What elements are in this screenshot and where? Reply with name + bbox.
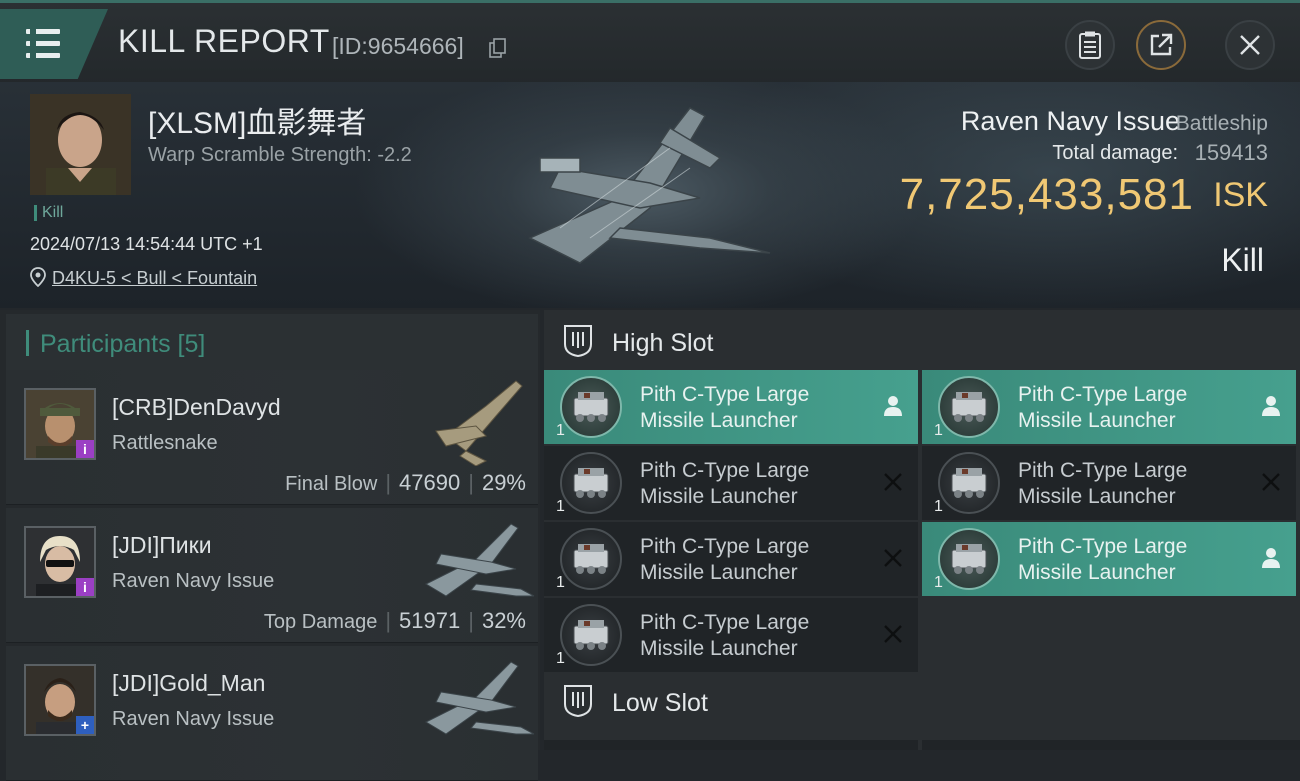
module-quantity: 1 [556, 650, 565, 667]
participant-stats: Final Blow | 47690 | 29% [285, 470, 526, 495]
participant-stats: Top Damage | 51971 | 32% [263, 608, 526, 633]
close-button[interactable] [1225, 20, 1275, 70]
badge-icon: + [76, 716, 94, 734]
low-slot-title: Low Slot [612, 689, 708, 717]
participant-percent: 32% [481, 608, 526, 633]
participant-name[interactable]: [JDI]Gold_Man [112, 670, 265, 697]
kill-result-label: Kill [1221, 242, 1264, 278]
high-slot-title: High Slot [612, 329, 714, 357]
missile-launcher-icon [560, 528, 622, 590]
dropped-pilot-icon [1260, 394, 1282, 418]
participant-damage: 47690 [399, 470, 461, 495]
module-tile[interactable]: 1 Pith C-Type Large Missile Launcher [544, 522, 918, 596]
missile-launcher-icon [560, 604, 622, 666]
module-quantity: 1 [934, 498, 943, 515]
module-name: Pith C-Type Large Missile Launcher [1018, 459, 1188, 508]
participant-damage: 51971 [399, 608, 461, 633]
module-name: Pith C-Type Large Missile Launcher [1018, 535, 1188, 584]
victim-pilot-name[interactable]: [XLSM]血影舞者 [148, 98, 366, 142]
participant-avatar[interactable]: + [24, 664, 96, 736]
total-damage-value: 159413 [1194, 140, 1268, 165]
close-icon [1240, 35, 1260, 55]
destroyed-x-icon [882, 622, 904, 646]
module-name: Pith C-Type Large Missile Launcher [640, 535, 810, 584]
badge-icon: i [76, 440, 94, 458]
victim-portrait[interactable] [30, 94, 131, 195]
missile-launcher-icon [938, 376, 1000, 438]
module-name: Pith C-Type Large Missile Launcher [640, 383, 810, 432]
participant-percent: 29% [481, 470, 526, 495]
module-name: Pith C-Type Large Missile Launcher [640, 611, 810, 660]
module-quantity: 1 [934, 422, 943, 439]
low-slot-header: Low Slot [544, 672, 1300, 730]
kill-summary: [XLSM]血影舞者 Warp Scramble Strength: -2.2 … [0, 82, 1300, 308]
participants-title: Participants [5] [40, 330, 206, 358]
high-slot-header: High Slot [544, 312, 1300, 370]
low-slot-list [544, 740, 1300, 750]
destroyed-x-icon [1260, 470, 1282, 494]
participant-name[interactable]: [JDI]Пики [112, 532, 212, 559]
clipboard-icon [1079, 31, 1101, 59]
top-bar: KILL REPORT [ID:9654666] [0, 0, 1300, 85]
copy-icon[interactable] [489, 38, 507, 58]
isk-unit: ISK [1213, 176, 1268, 214]
stat-label: Final Blow [285, 473, 378, 495]
high-slot-icon [564, 325, 592, 358]
participant-row[interactable]: + [JDI]Gold_Man Raven Navy Issue [6, 646, 538, 781]
participant-row[interactable]: i [JDI]Пики Raven Navy Issue Top Damage |… [6, 508, 538, 643]
victim-ship-image[interactable] [500, 88, 790, 278]
participant-avatar[interactable]: i [24, 526, 96, 598]
badge-icon: i [76, 578, 94, 596]
module-tile[interactable]: 1 Pith C-Type Large Missile Launcher [544, 446, 918, 520]
destroyed-x-icon [882, 470, 904, 494]
report-id: [ID:9654666] [332, 33, 464, 59]
participant-ship: Raven Navy Issue [112, 570, 275, 592]
total-damage-label: Total damage: [1052, 142, 1178, 164]
fitting-panel: High Slot 1 Pith C-Type Large Missile Lau… [544, 310, 1300, 750]
module-quantity: 1 [556, 422, 565, 439]
location-pin-icon [30, 267, 46, 287]
participant-avatar[interactable]: i [24, 388, 96, 460]
victim-ship-name: Raven Navy Issue [960, 106, 1180, 136]
page-title: KILL REPORT [118, 23, 330, 59]
isk-value: 7,725,433,581 [899, 170, 1194, 219]
menu-button[interactable] [0, 9, 108, 79]
participant-ship: Rattlesnake [112, 432, 218, 454]
module-name: Pith C-Type Large Missile Launcher [640, 459, 810, 508]
participant-name[interactable]: [CRB]DenDavyd [112, 394, 281, 421]
destroyed-x-icon [882, 546, 904, 570]
clipboard-button[interactable] [1065, 20, 1115, 70]
share-button[interactable] [1136, 20, 1186, 70]
kill-datetime: 2024/07/13 14:54:44 UTC +1 [30, 234, 263, 254]
dropped-pilot-icon [1260, 546, 1282, 570]
kill-tag: Kill [34, 205, 63, 221]
low-slot-icon [564, 685, 592, 718]
kill-location-link[interactable]: D4KU-5 < Bull < Fountain [52, 268, 257, 289]
dropped-pilot-icon [882, 394, 904, 418]
module-tile[interactable]: 1 Pith C-Type Large Missile Launcher [544, 370, 918, 444]
warp-scramble-strength: Warp Scramble Strength: -2.2 [148, 144, 412, 166]
module-quantity: 1 [934, 574, 943, 591]
missile-launcher-icon [560, 452, 622, 514]
module-quantity: 1 [556, 574, 565, 591]
module-tile[interactable]: 1 Pith C-Type Large Missile Launcher [544, 598, 918, 672]
participant-ship-image [424, 523, 535, 597]
participant-ship: Raven Navy Issue [112, 708, 275, 730]
participant-row[interactable]: i [CRB]DenDavyd Rattlesnake Final Blow | 4… [6, 370, 538, 505]
module-name: Pith C-Type Large Missile Launcher [1018, 383, 1188, 432]
victim-ship-class: Battleship [1175, 112, 1268, 135]
missile-launcher-icon [560, 376, 622, 438]
participant-ship-image [435, 380, 523, 466]
participant-ship-image [424, 661, 535, 735]
module-tile[interactable]: 1 Pith C-Type Large Missile Launcher [922, 446, 1296, 520]
share-icon [1150, 33, 1173, 56]
participants-panel: Participants [5] i [CRB]DenDavyd Rattles… [0, 310, 540, 781]
missile-launcher-icon [938, 528, 1000, 590]
module-quantity: 1 [556, 498, 565, 515]
stat-label: Top Damage [263, 611, 378, 633]
missile-launcher-icon [938, 452, 1000, 514]
participants-header: Participants [5] [6, 314, 538, 370]
module-tile[interactable]: 1 Pith C-Type Large Missile Launcher [922, 370, 1296, 444]
module-tile[interactable]: 1 Pith C-Type Large Missile Launcher [922, 522, 1296, 596]
